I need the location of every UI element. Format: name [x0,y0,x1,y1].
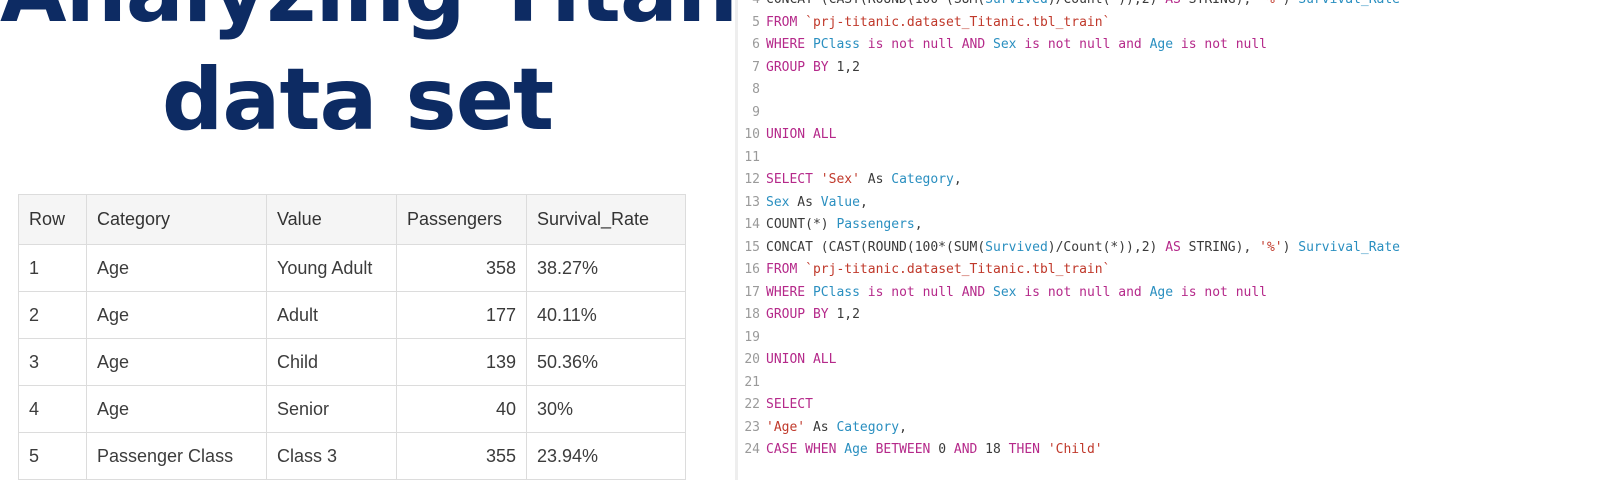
line-number: 21 [744,374,760,390]
code-text: WHERE PClass is not null AND Sex is not … [766,37,1267,52]
line-number: 5 [752,14,760,30]
sql-editor[interactable]: 4 CONCAT (CAST(ROUND(100*(SUM(Survived)/C… [735,0,1600,480]
code-line[interactable]: 17 WHERE PClass is not null AND Sex is no… [738,282,1267,305]
cell-survival-rate: 50.36% [526,338,686,386]
code-text: GROUP BY 1,2 [766,307,860,322]
code-text: UNION ALL [766,127,837,142]
column-header-value: Value [266,194,397,245]
code-text: SELECT 'Sex' As Category, [766,172,962,187]
code-line[interactable]: 19 [738,327,766,350]
cell-passengers: 355 [396,432,527,480]
code-line[interactable]: 11 [738,147,766,170]
line-number: 4 [738,0,760,12]
cell-row: 3 [18,338,87,386]
table-row: 5 Passenger Class Class 3 355 23.94% [18,432,686,480]
code-line[interactable]: 20 UNION ALL [738,349,836,372]
line-number: 10 [744,127,760,142]
code-line[interactable]: 15 CONCAT (CAST(ROUND(100*(SUM(Survived)/… [738,237,1400,260]
page-title: Analyzing Titanic data set [0,0,817,154]
code-line[interactable]: 12 SELECT 'Sex' As Category, [738,169,962,192]
cell-survival-rate: 30% [526,385,686,433]
code-line[interactable]: 10 UNION ALL [738,124,836,147]
cell-survival-rate: 23.94% [526,432,686,480]
code-text: Sex As Value, [766,194,868,210]
cell-survival-rate: 40.11% [526,291,686,339]
cell-category: Age [86,291,267,339]
line-number: 17 [744,284,760,300]
cell-row: 4 [18,385,87,433]
code-text: CONCAT (CAST(ROUND(100*(SUM(Survived)/Co… [766,239,1401,255]
cell-row: 1 [18,244,87,292]
column-header-passengers: Passengers [396,194,527,245]
query-results-table: Row Category Value Passengers Survival_R… [18,194,686,480]
code-text: COUNT(*) Passengers, [766,217,923,232]
table-row: 1 Age Young Adult 358 38.27% [18,244,686,292]
code-line[interactable]: 7 GROUP BY 1,2 [738,57,860,80]
line-number: 14 [744,217,760,232]
column-header-row: Row [18,194,87,245]
code-text: UNION ALL [766,352,837,367]
code-line[interactable]: 23 'Age' As Category, [738,417,907,440]
table-header-row: Row Category Value Passengers Survival_R… [18,194,686,245]
code-line[interactable]: 16 FROM `prj-titanic.dataset_Titanic.tbl_… [738,259,1110,282]
cell-passengers: 40 [396,385,527,433]
cell-value: Young Adult [266,244,397,292]
line-number: 15 [744,239,760,255]
line-number: 19 [744,329,760,345]
cell-passengers: 139 [396,338,527,386]
line-number: 7 [752,59,760,75]
line-number: 11 [744,149,760,165]
line-number: 23 [744,419,760,435]
line-number: 22 [744,397,760,412]
line-number: 18 [744,307,760,322]
code-text: GROUP BY 1,2 [766,59,860,75]
code-line[interactable]: 4 CONCAT (CAST(ROUND(100*(SUM(Survived)/C… [738,0,1400,12]
cell-category: Age [86,244,267,292]
cell-category: Passenger Class [86,432,267,480]
line-number: 13 [744,194,760,210]
line-number: 20 [744,352,760,367]
code-line[interactable]: 5 FROM `prj-titanic.dataset_Titanic.tbl_t… [738,12,1110,35]
code-line[interactable]: 9 [738,102,766,125]
line-number: 12 [744,172,760,187]
code-line[interactable]: 8 [738,79,766,102]
cell-passengers: 358 [396,244,527,292]
code-line[interactable]: 14 COUNT(*) Passengers, [738,214,923,237]
cell-survival-rate: 38.27% [526,244,686,292]
code-text: FROM `prj-titanic.dataset_Titanic.tbl_tr… [766,14,1111,30]
cell-row: 5 [18,432,87,480]
line-number: 16 [744,262,760,277]
column-header-category: Category [86,194,267,245]
code-text: WHERE PClass is not null AND Sex is not … [766,284,1267,300]
cell-value: Senior [266,385,397,433]
table-row: 4 Age Senior 40 30% [18,385,686,433]
line-number: 24 [744,442,760,457]
line-number: 9 [752,104,760,120]
code-text: SELECT [766,397,813,412]
cell-passengers: 177 [396,291,527,339]
title-line-1: Analyzing Titanic [0,0,817,46]
column-header-survival-rate: Survival_Rate [526,194,686,245]
code-line[interactable]: 18 GROUP BY 1,2 [738,304,860,327]
cell-value: Child [266,338,397,386]
title-line-2: data set [161,50,554,150]
table-row: 3 Age Child 139 50.36% [18,338,686,386]
cell-row: 2 [18,291,87,339]
code-line[interactable]: 21 [738,372,766,395]
cell-category: Age [86,338,267,386]
line-number: 6 [752,37,760,52]
code-text: CONCAT (CAST(ROUND(100*(SUM(Survived)/Co… [766,0,1400,7]
line-number: 8 [752,82,760,97]
code-line[interactable]: 22 SELECT [738,394,813,417]
code-text: 'Age' As Category, [766,419,907,435]
code-line[interactable]: 24 CASE WHEN Age BETWEEN 0 AND 18 THEN 'C… [738,439,1103,462]
code-line[interactable]: 6 WHERE PClass is not null AND Sex is not… [738,34,1267,57]
cell-value: Adult [266,291,397,339]
code-text: CASE WHEN Age BETWEEN 0 AND 18 THEN 'Chi… [766,442,1103,457]
code-line[interactable]: 13 Sex As Value, [738,192,868,215]
code-text: FROM `prj-titanic.dataset_Titanic.tbl_tr… [766,262,1111,277]
table-row: 2 Age Adult 177 40.11% [18,291,686,339]
cell-value: Class 3 [266,432,397,480]
cell-category: Age [86,385,267,433]
